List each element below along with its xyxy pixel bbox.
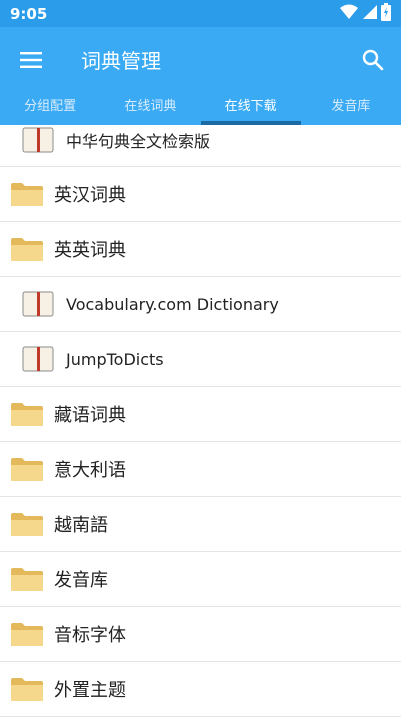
list-item-label: 藏语词典 — [54, 405, 126, 426]
list-item[interactable]: 英汉词典 — [0, 167, 401, 222]
list-item-label: 英英词典 — [54, 240, 126, 261]
status-bar: 9:05 — [0, 0, 401, 27]
list-item-label: 音标字体 — [54, 625, 126, 646]
battery-icon — [381, 3, 391, 21]
list-item[interactable]: 越南語 — [0, 497, 401, 552]
tab-bar: 分组配置 在线词典 在线下载 发音库 — [0, 93, 401, 125]
book-icon — [22, 346, 54, 372]
folder-icon — [11, 623, 43, 646]
tab-online-download[interactable]: 在线下载 — [200, 93, 302, 125]
download-list: 中华句典全文检索版 英汉词典 英英词典 Vocabulary.com Dicti… — [0, 125, 401, 717]
folder-icon — [11, 678, 43, 701]
search-icon — [362, 49, 384, 71]
app-bar: 词典管理 — [0, 27, 401, 93]
list-item-label: JumpToDicts — [66, 349, 164, 369]
list-item-label: Vocabulary.com Dictionary — [66, 294, 279, 314]
list-item[interactable]: 英英词典 — [0, 222, 401, 277]
page-title: 词典管理 — [81, 49, 161, 73]
list-item-label: 中华句典全文检索版 — [66, 131, 211, 151]
tab-pronunciation-library[interactable]: 发音库 — [301, 93, 401, 125]
search-button[interactable] — [357, 44, 389, 76]
list-item[interactable]: 意大利语 — [0, 442, 401, 497]
status-time: 9:05 — [10, 4, 48, 23]
list-item[interactable]: 发音库 — [0, 552, 401, 607]
status-icons — [340, 3, 391, 21]
list-item[interactable]: 藏语词典 — [0, 387, 401, 442]
folder-icon — [11, 238, 43, 261]
folder-icon — [11, 568, 43, 591]
menu-button[interactable] — [14, 44, 48, 76]
list-item[interactable]: Vocabulary.com Dictionary — [0, 277, 401, 332]
folder-icon — [11, 458, 43, 481]
list-item[interactable]: 中华句典全文检索版 — [0, 125, 401, 167]
list-item-label: 意大利语 — [54, 460, 126, 481]
book-icon — [22, 127, 54, 152]
list-item-label: 外置主题 — [54, 680, 126, 701]
signal-icon — [363, 5, 377, 19]
tab-group-config[interactable]: 分组配置 — [0, 93, 100, 125]
list-item[interactable]: 外置主题 — [0, 662, 401, 717]
folder-icon — [11, 403, 43, 426]
list-item-label: 越南語 — [54, 515, 108, 536]
book-icon — [22, 291, 54, 317]
list-item-label: 发音库 — [54, 570, 108, 591]
list-item[interactable]: JumpToDicts — [0, 332, 401, 387]
list-item[interactable]: 音标字体 — [0, 607, 401, 662]
folder-icon — [11, 183, 43, 206]
list-item-label: 英汉词典 — [54, 185, 126, 206]
tab-online-dictionary[interactable]: 在线词典 — [100, 93, 200, 125]
wifi-icon — [340, 4, 358, 19]
folder-icon — [11, 513, 43, 536]
menu-icon — [20, 52, 42, 68]
